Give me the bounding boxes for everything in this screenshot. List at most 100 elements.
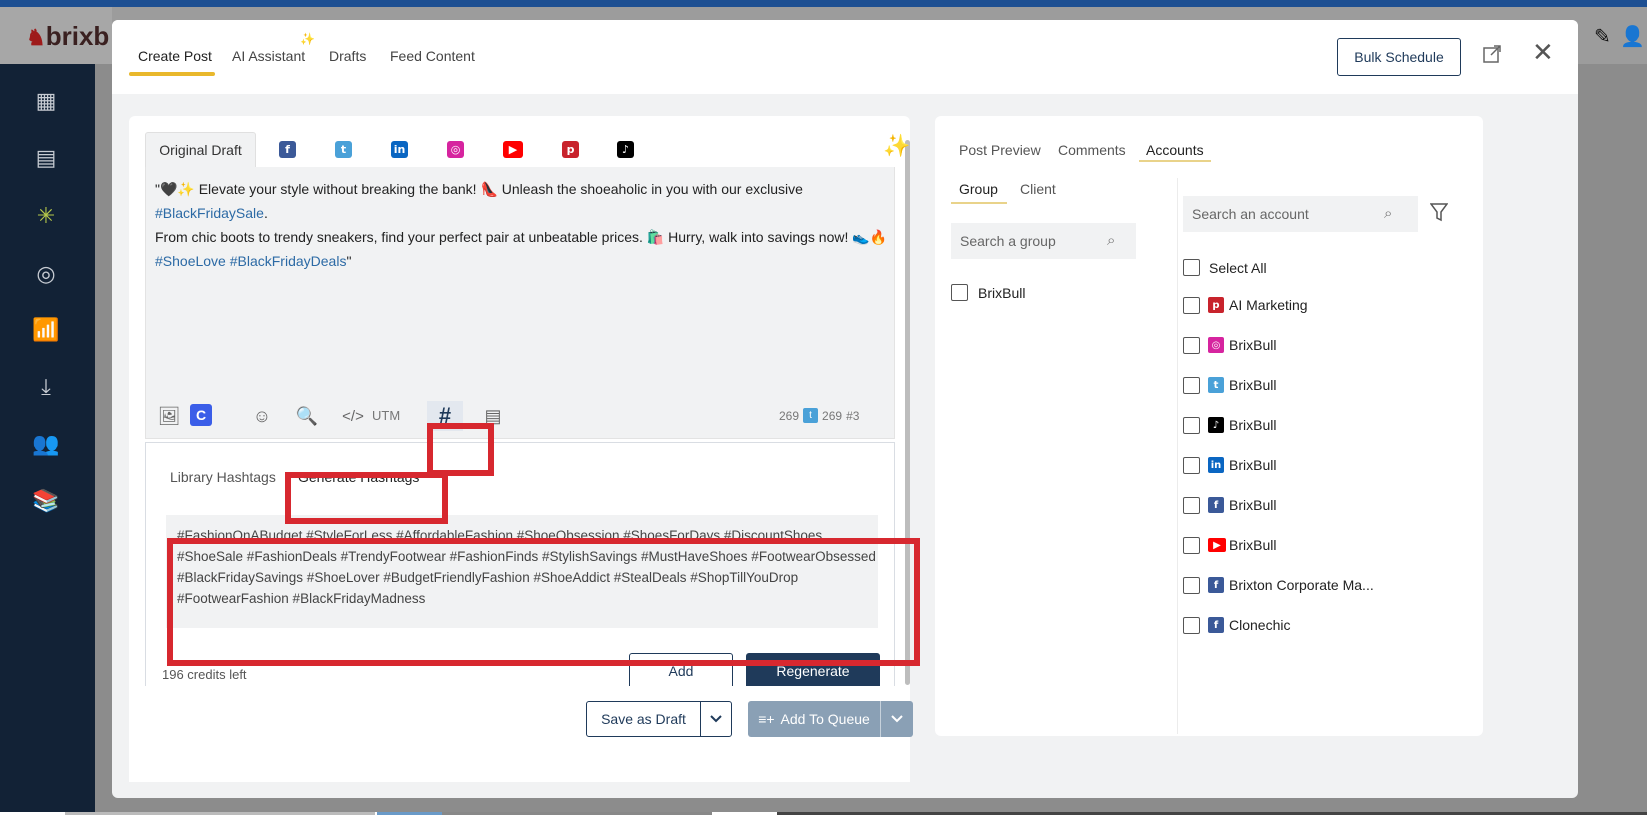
utm-button[interactable]: UTM xyxy=(372,408,400,423)
account-search-input[interactable] xyxy=(1183,196,1418,232)
account-label: Brixton Corporate Ma... xyxy=(1229,577,1374,593)
bottom-strip xyxy=(0,812,1647,825)
tab-original-draft[interactable]: Original Draft xyxy=(145,132,256,167)
linkedin-icon[interactable]: in xyxy=(391,141,408,158)
queue-options-chevron-icon[interactable] xyxy=(880,701,913,737)
ai-sparkle-icon[interactable]: ✨ xyxy=(883,133,910,159)
code-icon[interactable]: </> xyxy=(341,404,365,428)
twitter-icon[interactable]: t xyxy=(335,141,352,158)
account-label: Clonechic xyxy=(1229,617,1291,633)
linkedin-icon: in xyxy=(1208,457,1224,473)
subtab-client[interactable]: Client xyxy=(1020,181,1056,197)
instagram-icon[interactable]: ◎ xyxy=(447,141,464,158)
youtube-icon[interactable]: ▶ xyxy=(503,141,523,158)
tab-post-preview[interactable]: Post Preview xyxy=(959,142,1041,158)
account-checkbox[interactable] xyxy=(1183,497,1200,514)
tab-accounts[interactable]: Accounts xyxy=(1146,142,1204,158)
pinterest-icon: p xyxy=(1208,297,1224,313)
app-sidebar: ▦ ▤ ✳ ◎ 📶 ⤓ 👥 📚 xyxy=(0,64,95,812)
emoji-icon[interactable]: ☺ xyxy=(250,404,274,428)
generate-hashtags-highlight xyxy=(285,472,448,524)
account-checkbox[interactable] xyxy=(1183,577,1200,594)
brand-logo: ♞brixb xyxy=(0,7,112,64)
account-label: BrixBull xyxy=(1229,497,1277,513)
group-checkbox[interactable] xyxy=(951,284,968,301)
twitter-count: 269 xyxy=(822,408,843,423)
draft-tabs: Original Draft f t in ◎ ▶ p ♪ ✨ xyxy=(145,132,910,167)
accounts-panel: Post Preview Comments Accounts Group Cli… xyxy=(935,116,1483,736)
account-checkbox[interactable] xyxy=(1183,617,1200,634)
team-icon[interactable]: 👥 xyxy=(32,431,59,457)
tab-feed-content[interactable]: Feed Content xyxy=(390,48,475,64)
account-checkbox[interactable] xyxy=(1183,417,1200,434)
subtab-group[interactable]: Group xyxy=(959,181,998,197)
account-checkbox[interactable] xyxy=(1183,337,1200,354)
select-all-checkbox[interactable] xyxy=(1183,259,1200,276)
search-icon[interactable]: ⌕ xyxy=(1384,205,1400,222)
footer-actions: Save as Draft ≡+ Add To Queue xyxy=(129,686,913,782)
editor-panel: Original Draft f t in ◎ ▶ p ♪ ✨ "🖤✨ Elev… xyxy=(129,116,910,782)
facebook-icon: f xyxy=(1208,617,1224,633)
feedback-icon[interactable]: ▤ xyxy=(33,145,59,171)
close-icon[interactable]: ✕ xyxy=(1532,39,1556,65)
brush-icon[interactable]: ✎ xyxy=(1594,24,1611,49)
network-icon[interactable]: ✳ xyxy=(33,203,59,229)
analytics-icon[interactable]: 📶 xyxy=(32,317,59,343)
create-post-modal: Create Post AI Assistant ✨ Drafts Feed C… xyxy=(112,20,1578,798)
post-text: "🖤✨ Elevate your style without breaking … xyxy=(155,181,888,269)
account-checkbox[interactable] xyxy=(1183,537,1200,554)
account-label: BrixBull xyxy=(1229,337,1277,353)
save-as-draft-button[interactable]: Save as Draft xyxy=(586,701,701,737)
user-icon[interactable]: 👤 xyxy=(1620,24,1645,49)
account-label: BrixBull xyxy=(1229,457,1277,473)
group-subtab-underline xyxy=(951,202,1007,204)
tab-drafts[interactable]: Drafts xyxy=(329,48,366,64)
facebook-icon: f xyxy=(1208,577,1224,593)
group-label: BrixBull xyxy=(978,285,1026,301)
account-label: BrixBull xyxy=(1229,417,1277,433)
tab-create-post[interactable]: Create Post xyxy=(138,48,212,64)
target-icon[interactable]: ◎ xyxy=(33,261,59,287)
active-tab-underline xyxy=(129,72,215,76)
tab-comments[interactable]: Comments xyxy=(1058,142,1126,158)
twitter-small-icon: t xyxy=(803,408,819,423)
account-label: BrixBull xyxy=(1229,537,1277,553)
expand-icon[interactable] xyxy=(1482,44,1504,66)
library-icon[interactable]: 📚 xyxy=(32,488,59,514)
tab-ai-assistant[interactable]: AI Assistant xyxy=(232,48,305,64)
editor-toolbar: 🖼 C ☺ 🔍 </> UTM # ▤ 269 t 269 #3 xyxy=(145,390,895,440)
browser-top-strip xyxy=(0,0,1647,7)
accounts-tab-underline xyxy=(1139,160,1211,162)
account-checkbox[interactable] xyxy=(1183,457,1200,474)
dashboard-icon[interactable]: ▦ xyxy=(33,88,59,114)
instagram-icon: ◎ xyxy=(1208,337,1224,353)
account-label: AI Marketing xyxy=(1229,297,1308,313)
filter-icon[interactable] xyxy=(1429,202,1449,222)
tiktok-icon[interactable]: ♪ xyxy=(617,141,634,158)
tiktok-icon: ♪ xyxy=(1208,417,1224,433)
account-checkbox[interactable] xyxy=(1183,297,1200,314)
account-checkbox[interactable] xyxy=(1183,377,1200,394)
search-icon[interactable]: ⌕ xyxy=(1107,232,1123,249)
add-to-queue-button[interactable]: ≡+ Add To Queue xyxy=(748,701,880,737)
inbox-download-icon[interactable]: ⤓ xyxy=(33,374,59,400)
tab-library-hashtags[interactable]: Library Hashtags xyxy=(170,469,276,485)
hashtag-count: #3 xyxy=(846,408,860,423)
generated-hashtags-highlight xyxy=(167,538,920,666)
bulk-schedule-button[interactable]: Bulk Schedule xyxy=(1337,38,1461,76)
pinterest-icon[interactable]: p xyxy=(562,141,579,158)
character-counters: 269 t 269 #3 xyxy=(779,408,859,423)
modal-header: Create Post AI Assistant ✨ Drafts Feed C… xyxy=(112,20,1578,94)
sparkle-icon: ✨ xyxy=(300,32,315,46)
draft-options-chevron-icon[interactable] xyxy=(700,701,732,737)
bull-logo-icon: ♞ xyxy=(26,25,46,50)
facebook-icon[interactable]: f xyxy=(279,141,296,158)
twitter-icon: t xyxy=(1208,377,1224,393)
char-count: 269 xyxy=(779,408,800,423)
youtube-icon: ▶ xyxy=(1208,538,1226,552)
panel-divider xyxy=(1177,178,1178,734)
image-search-icon[interactable]: 🔍 xyxy=(295,404,319,428)
canva-icon[interactable]: C xyxy=(190,404,212,426)
media-icon[interactable]: 🖼 xyxy=(157,404,181,428)
hashtag-button-highlight xyxy=(427,423,494,476)
